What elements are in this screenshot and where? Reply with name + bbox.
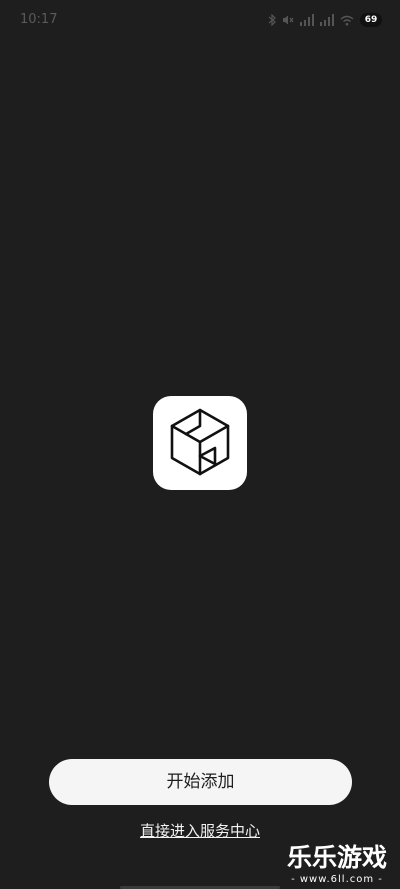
service-center-link[interactable]: 直接进入服务中心 [0, 820, 400, 842]
mute-icon [283, 15, 294, 25]
start-add-button[interactable]: 开始添加 [49, 759, 352, 805]
wifi-icon [340, 15, 354, 25]
app-logo [153, 396, 247, 490]
signal-icon [300, 14, 314, 26]
signal-icon [320, 14, 334, 26]
bluetooth-icon [268, 14, 276, 26]
watermark-url: - www.6ll.com - [291, 874, 383, 885]
status-icons: 69 [268, 12, 382, 28]
watermark: 乐乐游戏 - www.6ll.com - [278, 843, 396, 887]
battery-icon: 69 [360, 13, 382, 27]
watermark-title: 乐乐游戏 [286, 843, 387, 872]
hexagon-cube-logo-icon [170, 408, 230, 476]
status-time: 10:17 [20, 12, 58, 27]
status-bar: 10:17 69 [0, 0, 400, 40]
